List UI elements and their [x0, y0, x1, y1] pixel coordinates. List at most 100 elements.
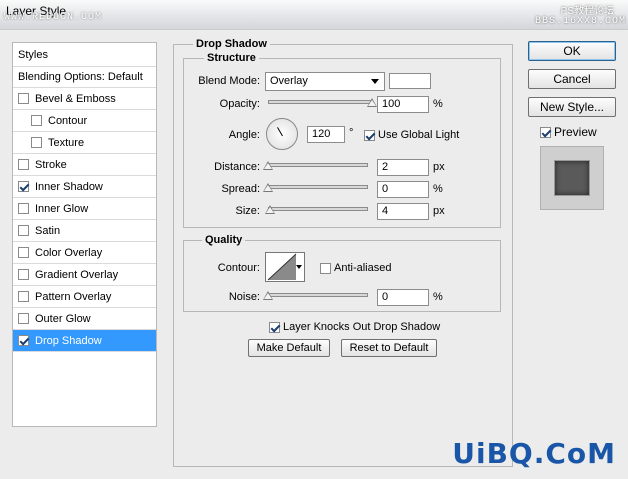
spread-input[interactable]: 0 [377, 181, 429, 198]
spread-slider-thumb[interactable] [263, 183, 273, 192]
anti-aliased-check-icon[interactable] [320, 262, 331, 274]
size-input[interactable]: 4 [377, 203, 429, 220]
preview-check-icon[interactable] [540, 126, 551, 138]
quality-title: Quality [202, 234, 246, 246]
checkbox-icon[interactable] [18, 247, 29, 258]
size-unit: px [433, 205, 445, 217]
style-item-blending-options-default[interactable]: Blending Options: Default [13, 66, 156, 88]
style-item-inner-shadow[interactable]: Inner Shadow [13, 176, 156, 198]
anti-aliased-checkbox[interactable]: Anti-aliased [320, 262, 391, 274]
watermark-url: WWW.REDOCN.COM [4, 12, 103, 23]
style-item-label: Satin [35, 224, 61, 237]
reset-to-default-button[interactable]: Reset to Default [341, 339, 437, 357]
shadow-color-swatch[interactable] [389, 73, 431, 89]
checkbox-icon[interactable] [18, 181, 29, 192]
checkbox-icon[interactable] [18, 159, 29, 170]
style-item-label: Blending Options: Default [18, 70, 143, 83]
checkbox-icon[interactable] [18, 335, 29, 346]
size-slider[interactable] [265, 204, 368, 216]
blend-mode-select[interactable]: Overlay [265, 72, 385, 91]
checkbox-icon[interactable] [18, 203, 29, 214]
distance-slider-thumb[interactable] [263, 161, 273, 170]
drop-shadow-title: Drop Shadow [193, 38, 270, 50]
opacity-label: Opacity: [219, 98, 260, 110]
noise-input[interactable]: 0 [377, 289, 429, 306]
style-item-label: Contour [48, 114, 88, 127]
style-item-label: Gradient Overlay [35, 268, 119, 281]
layer-knocks-out-check-icon[interactable] [269, 321, 280, 333]
style-item-pattern-overlay[interactable]: Pattern Overlay [13, 286, 156, 308]
distance-label: Distance: [214, 161, 260, 173]
styles-header[interactable]: Styles [13, 43, 156, 67]
new-style-button[interactable]: New Style... [528, 97, 616, 117]
style-item-inner-glow[interactable]: Inner Glow [13, 198, 156, 220]
style-item-contour[interactable]: Contour [13, 110, 156, 132]
blend-mode-label: Blend Mode: [198, 75, 260, 87]
chevron-down-icon [371, 79, 379, 84]
noise-unit: % [433, 291, 443, 303]
ok-button[interactable]: OK [528, 41, 616, 61]
uibq-logo: UiBQ.CoM [452, 437, 616, 470]
style-item-label: Inner Shadow [35, 180, 103, 193]
opacity-slider[interactable] [268, 97, 377, 109]
angle-label: Angle: [228, 129, 260, 141]
spread-slider[interactable] [263, 182, 368, 194]
style-preview-thumbnail [540, 146, 604, 210]
preview-swatch [555, 161, 589, 195]
contour-picker[interactable] [265, 252, 305, 282]
title-bar: Layer Style WWW.REDOCN.COM PS教程论坛 BBS.16… [0, 0, 628, 30]
style-item-label: Outer Glow [35, 312, 91, 325]
linear-contour-icon [267, 253, 297, 281]
opacity-slider-thumb[interactable] [367, 98, 377, 107]
distance-unit: px [433, 161, 445, 173]
style-item-label: Inner Glow [35, 202, 89, 215]
style-item-drop-shadow[interactable]: Drop Shadow [13, 330, 156, 352]
style-item-label: Color Overlay [35, 246, 103, 259]
angle-dial-needle [277, 127, 283, 137]
style-item-stroke[interactable]: Stroke [13, 154, 156, 176]
checkbox-icon[interactable] [18, 269, 29, 280]
style-item-color-overlay[interactable]: Color Overlay [13, 242, 156, 264]
style-item-label: Pattern Overlay [35, 290, 112, 303]
spread-unit: % [433, 183, 443, 195]
use-global-light-checkbox[interactable]: Use Global Light [364, 129, 459, 141]
distance-input[interactable]: 2 [377, 159, 429, 176]
contour-label: Contour: [217, 262, 260, 274]
angle-dial[interactable] [266, 118, 298, 150]
style-item-bevel-emboss[interactable]: Bevel & Emboss [13, 88, 156, 110]
style-item-label: Texture [48, 136, 85, 149]
style-item-label: Drop Shadow [35, 334, 102, 347]
preview-checkbox[interactable]: Preview [540, 125, 597, 139]
opacity-unit: % [433, 98, 443, 110]
checkbox-icon[interactable] [18, 225, 29, 236]
cancel-button[interactable]: Cancel [528, 69, 616, 89]
style-item-label: Bevel & Emboss [35, 92, 116, 105]
watermark-forum: PS教程论坛 [560, 6, 614, 17]
opacity-input[interactable]: 100 [377, 96, 429, 113]
style-item-texture[interactable]: Texture [13, 132, 156, 154]
checkbox-icon[interactable] [31, 115, 42, 126]
noise-slider-thumb[interactable] [263, 291, 273, 300]
checkbox-icon[interactable] [31, 137, 42, 148]
angle-unit: ° [349, 127, 354, 139]
style-item-satin[interactable]: Satin [13, 220, 156, 242]
chevron-down-icon [296, 265, 302, 269]
spread-label: Spread: [221, 183, 260, 195]
layer-knocks-out-checkbox[interactable]: Layer Knocks Out Drop Shadow [269, 321, 440, 333]
checkbox-icon[interactable] [18, 93, 29, 104]
noise-slider[interactable] [263, 290, 368, 302]
style-item-label: Stroke [35, 158, 67, 171]
checkbox-icon[interactable] [18, 291, 29, 302]
distance-slider[interactable] [263, 160, 368, 172]
angle-input[interactable]: 120 [307, 126, 345, 143]
checkbox-icon[interactable] [18, 313, 29, 324]
style-item-outer-glow[interactable]: Outer Glow [13, 308, 156, 330]
noise-label: Noise: [228, 291, 260, 303]
structure-title: Structure [204, 52, 259, 64]
style-item-gradient-overlay[interactable]: Gradient Overlay [13, 264, 156, 286]
size-slider-thumb[interactable] [265, 205, 275, 214]
watermark-bbs: BBS.16XX8.COM [534, 16, 626, 27]
make-default-button[interactable]: Make Default [248, 339, 330, 357]
use-global-light-check-icon[interactable] [364, 129, 375, 141]
size-label: Size: [235, 205, 260, 217]
